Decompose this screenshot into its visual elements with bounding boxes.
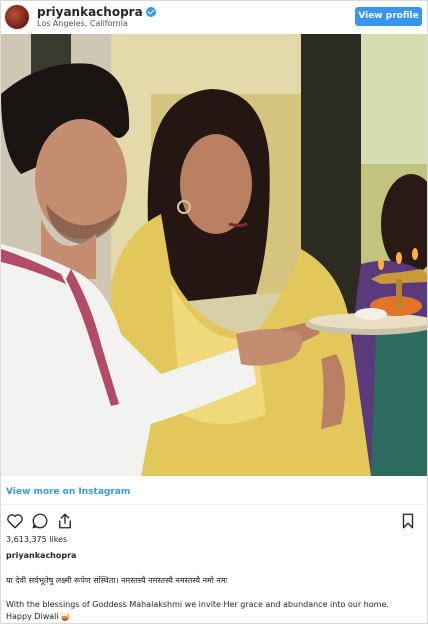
username-row: priyankachopra [37,5,156,19]
comment-icon[interactable] [31,512,49,530]
post-photo[interactable] [1,34,427,476]
caption-text: With the blessings of Goddess Mahalakshm… [6,600,389,609]
username[interactable]: priyankachopra [37,5,143,19]
view-more-link[interactable]: View more on Instagram [6,487,130,497]
instagram-embed: priyankachopra Los Angeles, California V… [0,0,428,624]
avatar[interactable] [5,5,29,29]
caption-mantra: या देवी सर्वभूतेषु लक्ष्मी रूपेण संस्थित… [6,576,228,585]
caption-username[interactable]: priyankachopra [6,551,76,560]
heart-icon[interactable] [6,512,24,530]
post-header: priyankachopra Los Angeles, California V… [1,1,427,34]
like-count: 3,613,375 likes [6,535,68,544]
caption-greeting: Happy Diwali 🪔 [6,612,72,621]
location[interactable]: Los Angeles, California [37,19,128,28]
view-profile-button[interactable]: View profile [355,7,422,26]
bookmark-icon[interactable] [399,512,417,530]
share-icon[interactable] [56,512,74,530]
verified-badge-icon [145,7,156,17]
divider [1,504,427,505]
